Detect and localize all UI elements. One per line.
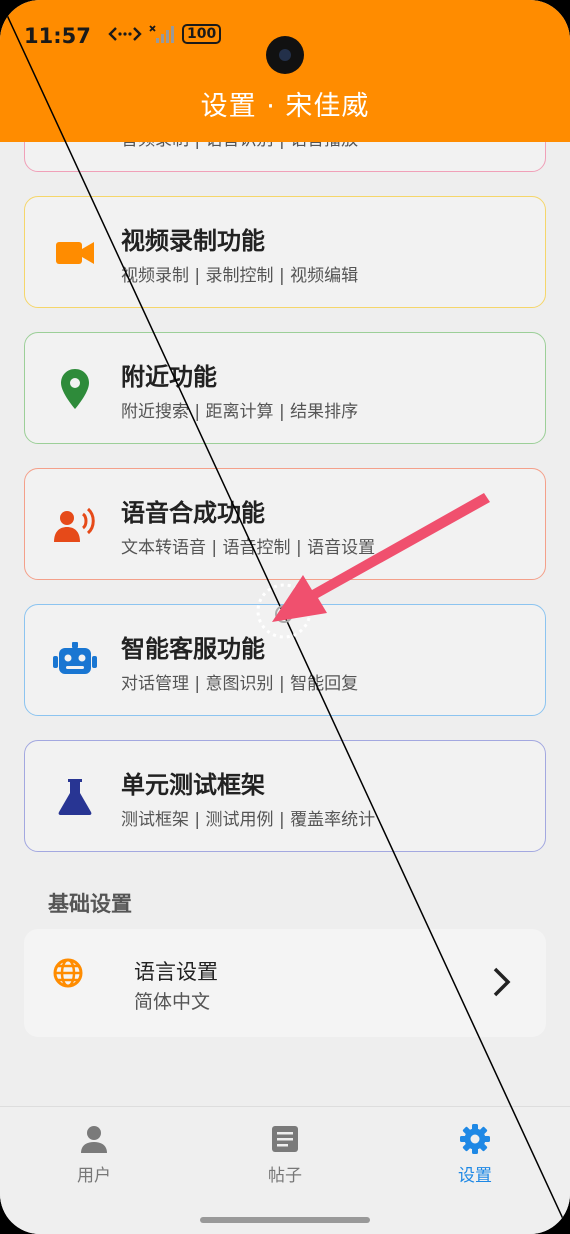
- robot-icon: [53, 639, 97, 683]
- gear-icon: [460, 1124, 490, 1154]
- nav-label: 设置: [458, 1166, 492, 1186]
- card-subtitle: 附近搜索 | 距离计算 | 结果排序: [121, 402, 359, 422]
- network-activity-icon: [108, 27, 142, 41]
- bottom-navigation: 用户 帖子 设置: [0, 1106, 570, 1234]
- card-subtitle: 文本转语音 | 语音控制 | 语音设置: [121, 538, 376, 558]
- chevron-right-icon: [490, 965, 514, 999]
- language-settings-value: 简体中文: [134, 991, 211, 1013]
- person-icon: [81, 1126, 107, 1153]
- voice-speaker-icon: [53, 503, 97, 547]
- app-header: 11:57 100 设置 · 宋佳威: [0, 0, 570, 142]
- location-pin-icon: [53, 367, 97, 411]
- nav-tab-users[interactable]: 用户: [34, 1123, 154, 1186]
- card-title: 附近功能: [121, 363, 217, 391]
- nav-tab-posts[interactable]: 帖子: [225, 1123, 345, 1186]
- article-icon: [272, 1126, 298, 1152]
- front-camera: [266, 36, 304, 74]
- status-time: 11:57: [24, 24, 91, 48]
- nav-tab-settings[interactable]: 设置: [415, 1123, 535, 1186]
- feature-card-unit-test[interactable]: 单元测试框架 测试框架 | 测试用例 | 覆盖率统计: [24, 740, 546, 852]
- nav-label: 用户: [77, 1166, 111, 1186]
- status-icons: 100: [108, 24, 222, 44]
- card-title: 语音合成功能: [121, 499, 265, 527]
- card-subtitle: 测试框架 | 测试用例 | 覆盖率统计: [121, 810, 376, 830]
- card-subtitle: 对话管理 | 意图识别 | 智能回复: [121, 674, 359, 694]
- card-title: 智能客服功能: [121, 635, 265, 663]
- flask-icon: [53, 775, 97, 819]
- nav-label: 帖子: [268, 1166, 302, 1186]
- feature-card-chatbot[interactable]: 智能客服功能 对话管理 | 意图识别 | 智能回复: [24, 604, 546, 716]
- language-settings-title: 语言设置: [134, 960, 218, 984]
- feature-card-video[interactable]: 视频录制功能 视频录制 | 录制控制 | 视频编辑: [24, 196, 546, 308]
- video-camera-icon: [53, 231, 97, 275]
- feature-card-tts[interactable]: 语音合成功能 文本转语音 | 语音控制 | 语音设置: [24, 468, 546, 580]
- feature-card-nearby[interactable]: 附近功能 附近搜索 | 距离计算 | 结果排序: [24, 332, 546, 444]
- card-title: 单元测试框架: [121, 771, 265, 799]
- card-subtitle: 视频录制 | 录制控制 | 视频编辑: [121, 266, 359, 286]
- page-title: 设置 · 宋佳威: [200, 91, 370, 122]
- battery-indicator: 100: [182, 24, 222, 44]
- globe-icon: [52, 957, 84, 989]
- status-bar: 11:57 100: [0, 16, 570, 74]
- phone-screen: 音频录制 | 语音识别 | 语音播放 11:57 100: [0, 0, 570, 1234]
- card-title: 视频录制功能: [121, 227, 265, 255]
- section-title: 基础设置: [48, 892, 132, 916]
- signal-icon: [149, 25, 174, 43]
- home-indicator[interactable]: [200, 1217, 370, 1223]
- language-settings-item[interactable]: 语言设置 简体中文: [24, 929, 546, 1037]
